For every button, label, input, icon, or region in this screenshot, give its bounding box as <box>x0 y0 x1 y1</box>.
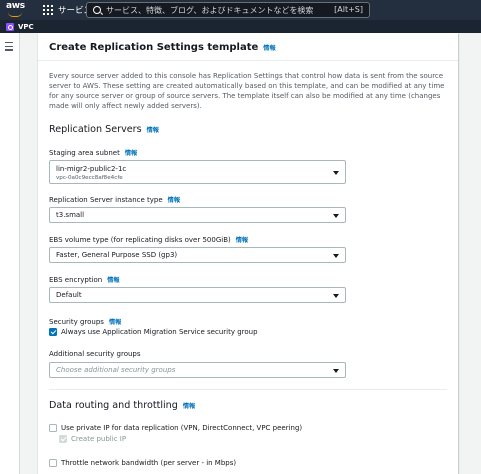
info-link[interactable]: 情報 <box>107 277 119 284</box>
info-link[interactable]: 情報 <box>125 150 137 157</box>
throttle-bandwidth-checkbox[interactable] <box>49 459 57 467</box>
info-link[interactable]: 情報 <box>236 237 248 244</box>
section-divider <box>49 389 447 390</box>
side-navigation-collapsed <box>0 33 20 474</box>
caret-down-icon <box>333 254 339 258</box>
page-title: Create Replication Settings template 情報 <box>49 42 276 53</box>
caret-down-icon <box>333 369 339 373</box>
throttle-bandwidth-checkbox-label: Throttle network bandwidth (per server -… <box>61 459 237 467</box>
vpc-icon <box>6 22 14 31</box>
aws-logo[interactable]: aws <box>5 0 29 20</box>
aws-logo-text: aws <box>6 1 25 11</box>
template-description: Every source server added to this consol… <box>49 72 445 110</box>
info-link[interactable]: 情報 <box>183 403 195 410</box>
field-label-text: EBS volume type (for replicating disks o… <box>49 236 231 244</box>
panel-header: Create Replication Settings template 情報 <box>38 33 458 61</box>
additional-security-groups-select[interactable]: Choose additional security groups <box>49 362 346 378</box>
staging-subnet-label: Staging area subnet 情報 <box>49 148 137 157</box>
select-value: lin-migr2-public2-1c <box>56 165 127 173</box>
caret-down-icon <box>333 294 339 298</box>
search-placeholder: サービス、特徴、ブログ、およびドキュメントなどを検索 <box>106 6 314 15</box>
caret-down-icon <box>333 171 339 175</box>
select-subvalue: vpc-0a0c9ecc8af8e4cfe <box>56 175 123 181</box>
search-input[interactable]: サービス、特徴、ブログ、およびドキュメントなどを検索 [Alt+S] <box>86 2 370 18</box>
instance-type-label: Replication Server instance type 情報 <box>49 195 180 204</box>
info-link[interactable]: 情報 <box>109 319 121 326</box>
select-value: t3.small <box>56 211 85 219</box>
info-link[interactable]: 情報 <box>168 197 180 204</box>
security-group-checkbox[interactable] <box>49 328 57 336</box>
search-icon <box>93 6 101 14</box>
field-label-text: Staging area subnet <box>49 149 120 157</box>
services-grid-icon[interactable] <box>43 5 53 15</box>
field-label-text: Security groups <box>49 318 104 326</box>
replication-servers-heading: Replication Servers 情報 <box>49 124 159 135</box>
vpc-favorite-link[interactable]: VPC <box>18 23 34 31</box>
private-ip-checkbox-label: Use private IP for data replication (VPN… <box>61 424 303 432</box>
additional-security-groups-label: Additional security groups <box>49 350 141 358</box>
aws-smile-icon <box>8 12 22 17</box>
service-bar: VPC <box>0 20 481 33</box>
page-title-text: Create Replication Settings template <box>49 42 259 53</box>
field-label-text: Replication Server instance type <box>49 196 163 204</box>
public-ip-checkbox[interactable] <box>59 435 67 443</box>
security-group-checkbox-label: Always use Application Migration Service… <box>61 328 258 336</box>
caret-down-icon <box>333 214 339 218</box>
data-routing-heading: Data routing and throttling 情報 <box>49 400 195 411</box>
security-groups-label: Security groups 情報 <box>49 317 121 326</box>
ebs-encryption-select[interactable]: Default <box>49 287 346 303</box>
staging-subnet-select[interactable]: lin-migr2-public2-1c vpc-0a0c9ecc8af8e4c… <box>49 160 346 184</box>
ebs-volume-type-select[interactable]: Faster, General Purpose SSD (gp3) <box>49 247 346 263</box>
select-value: Default <box>56 291 82 299</box>
top-navigation-bar: aws サービス サービス、特徴、ブログ、およびドキュメントなどを検索 [Alt… <box>0 0 481 20</box>
select-placeholder: Choose additional security groups <box>56 366 176 374</box>
info-link[interactable]: 情報 <box>263 45 275 52</box>
ebs-encryption-label: EBS encryption 情報 <box>49 275 120 284</box>
section-title-text: Replication Servers <box>49 124 142 135</box>
select-value: Faster, General Purpose SSD (gp3) <box>56 251 178 259</box>
instance-type-select[interactable]: t3.small <box>49 207 346 223</box>
info-link[interactable]: 情報 <box>147 127 159 134</box>
menu-icon[interactable] <box>5 42 13 53</box>
ebs-volume-type-label: EBS volume type (for replicating disks o… <box>49 235 248 244</box>
field-label-text: EBS encryption <box>49 276 103 284</box>
section-title-text: Data routing and throttling <box>49 400 178 411</box>
search-shortcut: [Alt+S] <box>334 5 363 14</box>
replication-settings-panel: Create Replication Settings template 情報 E… <box>38 33 458 474</box>
public-ip-checkbox-label: Create public IP <box>71 435 127 443</box>
private-ip-checkbox[interactable] <box>49 424 57 432</box>
